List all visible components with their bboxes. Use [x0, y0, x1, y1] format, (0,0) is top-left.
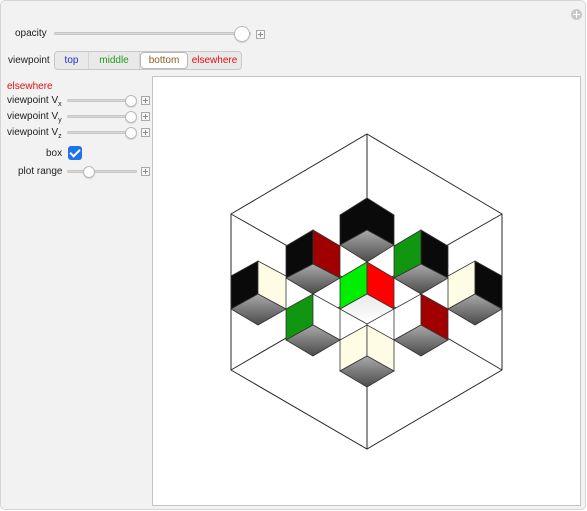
expand-icon[interactable]	[571, 9, 582, 20]
viewpoint-middle-button[interactable]: middle	[89, 52, 140, 69]
section-title: elsewhere	[7, 81, 53, 92]
opacity-slider[interactable]	[54, 32, 251, 35]
viewpoint-selector[interactable]: top middle bottom elsewhere	[54, 51, 242, 70]
viewpoint-middle-label: middle	[99, 55, 129, 66]
viewpoint-vz-thumb[interactable]	[125, 127, 137, 139]
cube-faces	[230, 197, 503, 388]
plot-range-label: plot range	[18, 166, 63, 177]
plot-range-thumb[interactable]	[83, 166, 95, 178]
viewpoint-vx-expand-icon[interactable]	[141, 96, 150, 105]
plot-range-slider[interactable]	[67, 170, 137, 173]
box-checkbox[interactable]	[68, 146, 82, 160]
viewpoint-bottom-button[interactable]: bottom	[140, 52, 188, 69]
viewpoint-vy-expand-icon[interactable]	[141, 112, 150, 121]
viewpoint-top-button[interactable]: top	[55, 52, 89, 69]
isometric-cubes-graphic[interactable]	[153, 77, 580, 505]
opacity-slider-thumb[interactable]	[234, 26, 250, 42]
demo-panel: opacity viewpoint top middle bottom else…	[0, 0, 586, 510]
opacity-expand-icon[interactable]	[256, 30, 265, 39]
viewpoint-vy-label: viewpoint Vy	[7, 111, 62, 124]
viewpoint-bottom-label: bottom	[148, 55, 180, 66]
viewpoint-elsewhere-label: elsewhere	[191, 55, 238, 66]
plot-range-expand-icon[interactable]	[141, 167, 150, 176]
viewpoint-vz-label: viewpoint Vz	[7, 127, 62, 140]
viewpoint-vy-thumb[interactable]	[125, 111, 137, 123]
viewpoint-top-label: top	[64, 55, 79, 66]
box-label: box	[46, 148, 63, 159]
viewpoint-vz-expand-icon[interactable]	[141, 128, 150, 137]
viewpoint-vx-label: viewpoint Vx	[7, 95, 62, 108]
viewpoint-label: viewpoint	[8, 55, 50, 66]
graphics-output[interactable]	[152, 76, 581, 506]
opacity-label: opacity	[15, 28, 47, 39]
viewpoint-vx-thumb[interactable]	[125, 95, 137, 107]
viewpoint-elsewhere-button[interactable]: elsewhere	[188, 52, 241, 69]
